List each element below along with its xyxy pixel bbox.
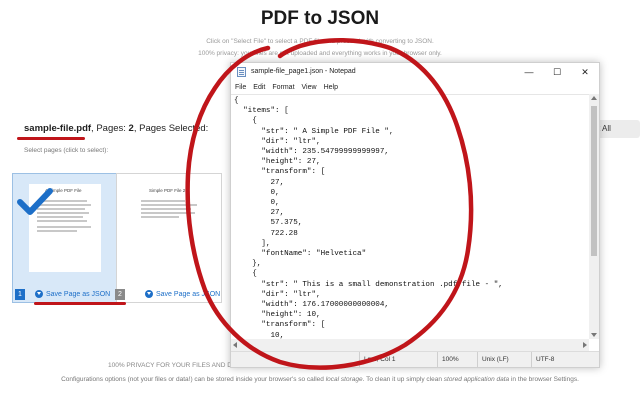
text-encoding: UTF-8	[531, 352, 554, 368]
notepad-window[interactable]: sample-file_page1.json - Notepad — ☐ ✕ F…	[230, 62, 600, 368]
text-line: "str": " This is a small demonstration .…	[234, 280, 503, 289]
filename-annotation-underline	[17, 137, 85, 140]
menu-help[interactable]: Help	[324, 81, 338, 94]
preview-text-line	[37, 216, 83, 218]
notepad-app-icon	[237, 67, 246, 77]
storage-footer-text: Configurations options (not your files o…	[61, 376, 326, 383]
menu-file[interactable]: File	[235, 81, 246, 94]
storage-footer: Configurations options (not your files o…	[0, 376, 640, 383]
menu-view[interactable]: View	[302, 81, 317, 94]
page-preview: Simple PDF File 2	[133, 184, 205, 272]
preview-text-line	[141, 216, 179, 218]
download-icon	[35, 290, 43, 298]
text-line: ],	[234, 239, 271, 248]
text-line: "items": [	[234, 107, 289, 116]
preview-text-line	[37, 226, 91, 228]
notepad-titlebar[interactable]: sample-file_page1.json - Notepad — ☐ ✕	[231, 63, 599, 81]
text-line: "height": 10,	[234, 311, 321, 320]
notepad-text-area[interactable]: { "items": [ { "str": " A Simple PDF Fil…	[231, 94, 589, 339]
text-line: 57.375,	[234, 219, 303, 228]
privacy-text: 100% privacy: your files are not uploade…	[198, 50, 442, 57]
scroll-left-icon[interactable]	[233, 342, 237, 348]
download-icon	[145, 290, 153, 298]
text-line: 27,	[234, 178, 285, 187]
notepad-window-title: sample-file_page1.json - Notepad	[251, 68, 356, 75]
pages-label: , Pages:	[91, 123, 129, 134]
scroll-down-icon[interactable]	[591, 333, 597, 337]
preview-text-line	[37, 230, 77, 232]
file-name: sample-file.pdf	[24, 123, 92, 134]
storage-footer-text: . To clean it up simply clean	[362, 376, 444, 383]
page-number-badge: 2	[115, 289, 125, 300]
save-page-json-button[interactable]: Save Page as JSON	[145, 290, 220, 298]
save-button-annotation-underline	[34, 302, 126, 305]
text-line: 27,	[234, 209, 285, 218]
pages-selected-label: , Pages Selected:	[133, 123, 209, 134]
zoom-level: 100%	[437, 352, 459, 368]
cursor-position: Ln 1, Col 1	[359, 352, 395, 368]
preview-doc-title: Simple PDF File 2	[149, 188, 186, 193]
page-title: PDF to JSON	[260, 8, 380, 29]
checkmark-icon	[17, 188, 53, 215]
scroll-up-icon[interactable]	[591, 96, 597, 100]
instruction-text: Click on "Select File" to select a PDF f…	[206, 38, 434, 45]
menu-format[interactable]: Format	[272, 81, 294, 94]
text-line: {	[234, 117, 257, 126]
page-number-badge: 1	[15, 289, 25, 300]
text-line: },	[234, 260, 262, 269]
text-line: "width": 176.17000000000004,	[234, 301, 389, 310]
page-thumbnail-2[interactable]: Simple PDF File 2 2 Save Page as JSON	[115, 173, 222, 303]
scroll-right-icon[interactable]	[583, 342, 587, 348]
line-ending: Unix (LF)	[477, 352, 509, 368]
minimize-button[interactable]: —	[515, 63, 543, 81]
select-pages-hint: Select pages (click to select):	[24, 147, 109, 154]
horizontal-scrollbar[interactable]	[231, 339, 589, 351]
app-data-term: stored application data	[443, 376, 510, 383]
scrollbar-thumb[interactable]	[591, 106, 597, 256]
page-thumbnail-1[interactable]: A Simple PDF File 1 Save Page as JSON	[12, 173, 118, 303]
text-line: "transform": [	[234, 168, 326, 177]
save-page-label: Save Page as JSON	[156, 290, 221, 298]
text-line: "dir": "ltr",	[234, 290, 321, 299]
text-line: "width": 235.54799999999997,	[234, 148, 389, 157]
preview-text-line	[141, 208, 191, 210]
text-line: 10,	[234, 331, 285, 339]
save-page-label: Save Page as JSON	[46, 290, 111, 298]
vertical-scrollbar[interactable]	[589, 94, 599, 339]
text-line: {	[234, 270, 257, 279]
privacy-footer: 100% PRIVACY FOR YOUR FILES AND D	[108, 362, 232, 369]
notepad-menubar: File Edit Format View Help	[231, 81, 599, 94]
text-line: "dir": "ltr",	[234, 137, 321, 146]
text-line: "str": " A Simple PDF File ",	[234, 127, 394, 136]
save-page-json-button[interactable]: Save Page as JSON	[35, 290, 110, 298]
preview-text-line	[141, 212, 195, 214]
text-line: 722.28	[234, 229, 298, 238]
preview-text-line	[141, 200, 185, 202]
text-line: 0,	[234, 199, 280, 208]
text-line: 0,	[234, 188, 280, 197]
text-line: "height": 27,	[234, 158, 321, 167]
preview-text-line	[141, 204, 197, 206]
close-button[interactable]: ✕	[571, 63, 599, 81]
preview-text-line	[37, 220, 87, 222]
storage-footer-text: in the browser Settings.	[509, 376, 579, 383]
file-info: sample-file.pdf, Pages: 2, Pages Selecte…	[24, 123, 208, 134]
maximize-button[interactable]: ☐	[543, 63, 571, 81]
text-line: "transform": [	[234, 321, 326, 330]
menu-edit[interactable]: Edit	[253, 81, 265, 94]
notepad-statusbar: Ln 1, Col 1 100% Unix (LF) UTF-8	[231, 351, 599, 368]
local-storage-term: local storage	[325, 376, 363, 383]
text-line: {	[234, 97, 239, 105]
text-line: "fontName": "Helvetica"	[234, 250, 367, 259]
